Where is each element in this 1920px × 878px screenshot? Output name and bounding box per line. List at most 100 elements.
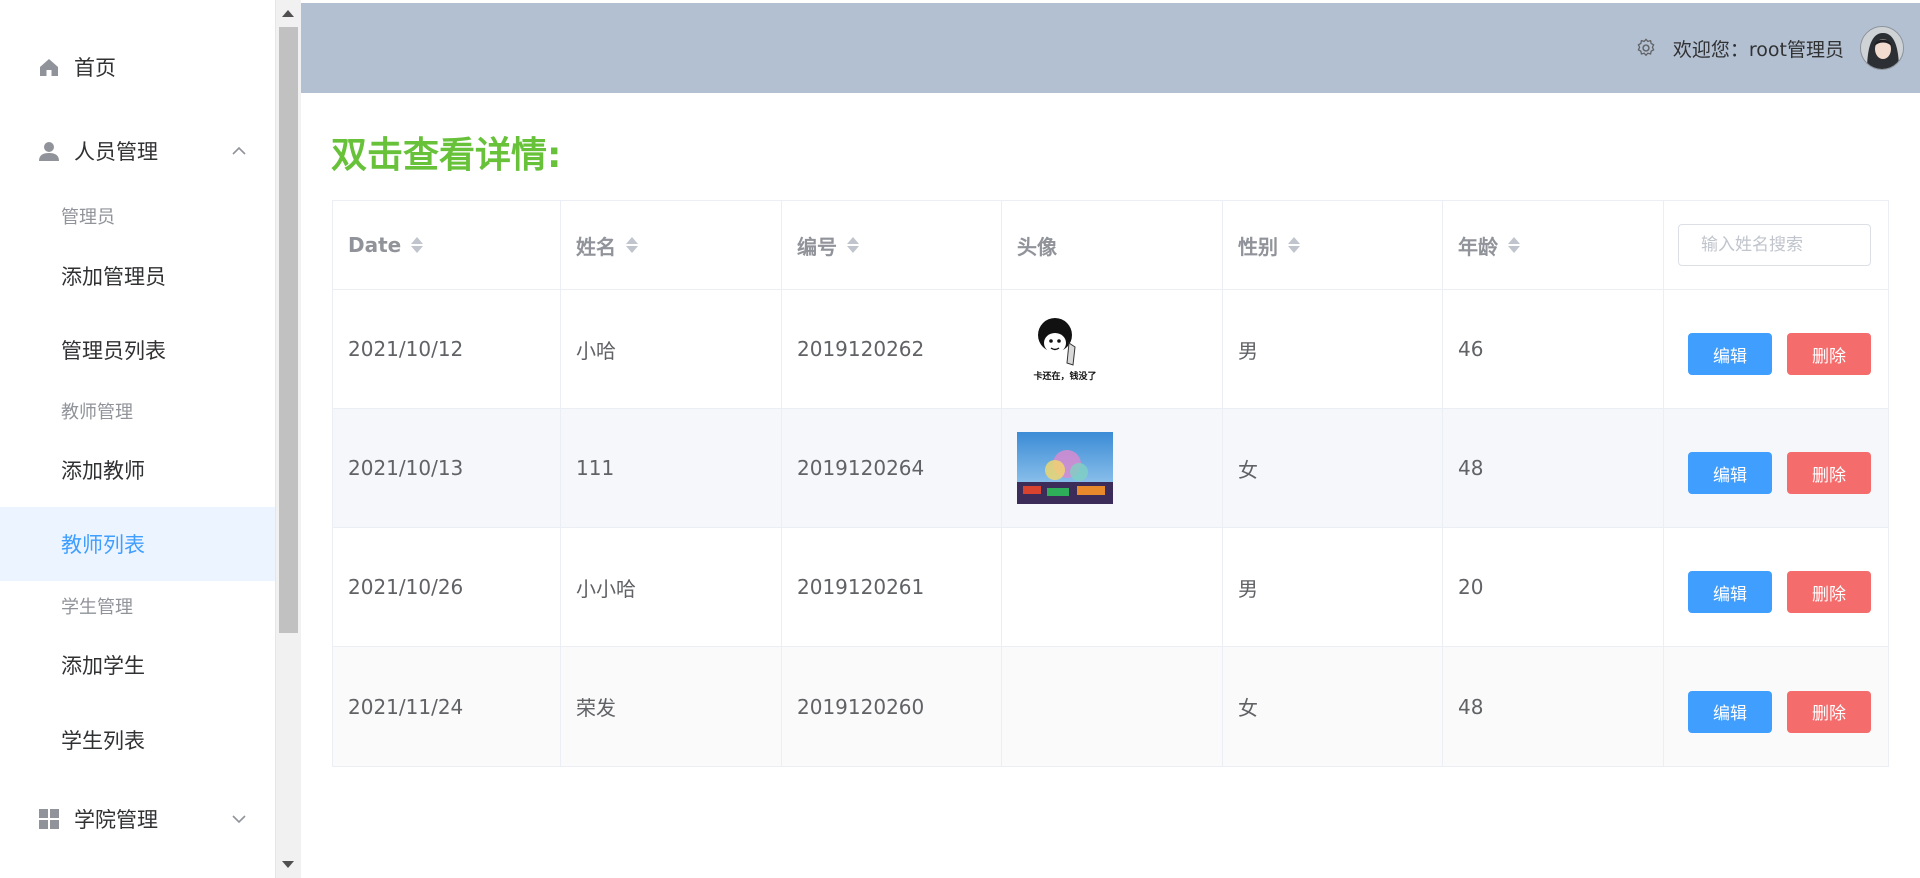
column-header-avatar: 头像 (1002, 201, 1223, 289)
chevron-down-icon (232, 815, 246, 824)
cell-id: 2019120261 (782, 528, 1002, 646)
cell-actions: 编辑 删除 (1664, 290, 1888, 408)
cell-gender: 女 (1223, 647, 1443, 766)
group-title-teacher: 教师管理 (61, 402, 133, 423)
column-header-age[interactable]: 年龄 (1443, 201, 1664, 289)
menu-add-admin-label: 添加管理员 (61, 265, 166, 289)
column-header-gender-label: 性别 (1238, 234, 1278, 259)
menu-home-label: 首页 (74, 56, 116, 80)
group-title-student: 学生管理 (61, 597, 133, 618)
sidebar: 首页 人员管理 管理员 添加管理员 管理员列表 教师管理 添加教师 教师列表 学… (0, 0, 276, 878)
column-header-avatar-label: 头像 (1017, 234, 1057, 259)
menu-student-list[interactable]: 学生列表 (0, 703, 275, 777)
menu-home[interactable]: 首页 (0, 25, 275, 109)
column-header-gender[interactable]: 性别 (1223, 201, 1443, 289)
edit-button[interactable]: 编辑 (1688, 690, 1772, 733)
cell-date: 2021/10/26 (333, 528, 561, 646)
grid-icon (38, 808, 60, 830)
column-header-id[interactable]: 编号 (782, 201, 1002, 289)
menu-add-student[interactable]: 添加学生 (0, 628, 275, 702)
user-icon (38, 140, 60, 162)
cell-age: 48 (1443, 409, 1664, 527)
edit-button[interactable]: 编辑 (1688, 571, 1772, 613)
table-row[interactable]: 2021/10/26 小小哈 2019120261 男 20 编辑 删除 (333, 528, 1888, 647)
cell-name: 荣发 (561, 647, 782, 766)
menu-admin-list[interactable]: 管理员列表 (0, 313, 275, 387)
cell-id: 2019120260 (782, 647, 1002, 766)
cell-avatar: 卡还在，钱没了 (1002, 290, 1223, 408)
sort-icon[interactable] (1288, 235, 1300, 255)
cell-actions: 编辑 删除 (1664, 528, 1888, 646)
menu-add-teacher-label: 添加教师 (61, 459, 145, 483)
gear-icon[interactable] (1635, 37, 1657, 59)
menu-personnel[interactable]: 人员管理 (0, 109, 275, 193)
teacher-table: Date 姓名 编号 头像 性别 年龄 2021/10/12 小哈 201912… (332, 200, 1889, 767)
cell-name: 小哈 (561, 290, 782, 408)
table-row[interactable]: 2021/11/24 荣发 2019120260 女 48 编辑 删除 (333, 647, 1888, 766)
cell-gender: 男 (1223, 290, 1443, 408)
column-header-name[interactable]: 姓名 (561, 201, 782, 289)
cell-date: 2021/11/24 (333, 647, 561, 766)
cell-gender: 男 (1223, 528, 1443, 646)
menu-student-list-label: 学生列表 (61, 729, 145, 753)
menu-personnel-label: 人员管理 (74, 140, 158, 164)
column-header-id-label: 编号 (797, 234, 837, 259)
scroll-thumb[interactable] (279, 27, 298, 633)
edit-button[interactable]: 编辑 (1688, 333, 1772, 375)
cell-actions: 编辑 删除 (1664, 409, 1888, 527)
menu-teacher-list[interactable]: 教师列表 (0, 507, 275, 581)
cell-avatar (1002, 409, 1223, 527)
top-header: 欢迎您：root管理员 (301, 3, 1920, 93)
column-header-age-label: 年龄 (1458, 234, 1498, 259)
group-title-admin: 管理员 (61, 207, 115, 228)
delete-button[interactable]: 删除 (1787, 452, 1871, 494)
cell-id: 2019120264 (782, 409, 1002, 527)
home-icon (38, 56, 60, 78)
cell-age: 46 (1443, 290, 1664, 408)
menu-add-student-label: 添加学生 (61, 654, 145, 678)
cell-avatar (1002, 647, 1223, 766)
page-title: 双击查看详情: (331, 135, 562, 176)
cell-date: 2021/10/12 (333, 290, 561, 408)
chevron-up-icon (232, 146, 246, 155)
delete-button[interactable]: 删除 (1787, 571, 1871, 613)
cell-age: 20 (1443, 528, 1664, 646)
avatar-meme-image: 卡还在，钱没了 (1017, 313, 1113, 385)
cell-id: 2019120262 (782, 290, 1002, 408)
cell-gender: 女 (1223, 409, 1443, 527)
column-header-date[interactable]: Date (333, 201, 561, 289)
menu-admin-list-label: 管理员列表 (61, 339, 166, 363)
edit-button[interactable]: 编辑 (1688, 452, 1772, 494)
table-header-row: Date 姓名 编号 头像 性别 年龄 (333, 201, 1888, 290)
menu-college-label: 学院管理 (74, 808, 158, 832)
cell-age: 48 (1443, 647, 1664, 766)
cell-actions: 编辑 删除 (1664, 647, 1888, 766)
scroll-up-arrow-icon[interactable] (282, 10, 294, 17)
sort-icon[interactable] (411, 235, 424, 255)
delete-button[interactable]: 删除 (1787, 333, 1871, 375)
scroll-down-arrow-icon[interactable] (282, 861, 294, 868)
menu-college[interactable]: 学院管理 (0, 777, 275, 861)
sidebar-scrollbar[interactable] (276, 0, 301, 878)
column-header-date-label: Date (348, 233, 402, 257)
table-row[interactable]: 2021/10/12 小哈 2019120262 卡还在，钱没了 男 46 编辑… (333, 290, 1888, 409)
column-header-name-label: 姓名 (576, 234, 616, 259)
user-avatar[interactable] (1860, 26, 1904, 70)
cell-name: 111 (561, 409, 782, 527)
sort-icon[interactable] (626, 235, 638, 255)
sort-icon[interactable] (1508, 235, 1520, 255)
meme-caption: 卡还在，钱没了 (1033, 370, 1096, 382)
table-row[interactable]: 2021/10/13 111 2019120264 女 48 编辑 删除 (333, 409, 1888, 528)
cell-date: 2021/10/13 (333, 409, 561, 527)
search-cell (1664, 201, 1888, 289)
menu-teacher-list-label: 教师列表 (61, 533, 145, 557)
welcome-text: 欢迎您：root管理员 (1672, 38, 1844, 61)
cell-name: 小小哈 (561, 528, 782, 646)
sort-icon[interactable] (847, 235, 859, 255)
avatar-photo-image (1017, 432, 1113, 504)
cell-avatar (1002, 528, 1223, 646)
menu-add-teacher[interactable]: 添加教师 (0, 433, 275, 507)
delete-button[interactable]: 删除 (1787, 690, 1871, 733)
menu-add-admin[interactable]: 添加管理员 (0, 239, 275, 313)
search-input[interactable] (1678, 224, 1871, 266)
